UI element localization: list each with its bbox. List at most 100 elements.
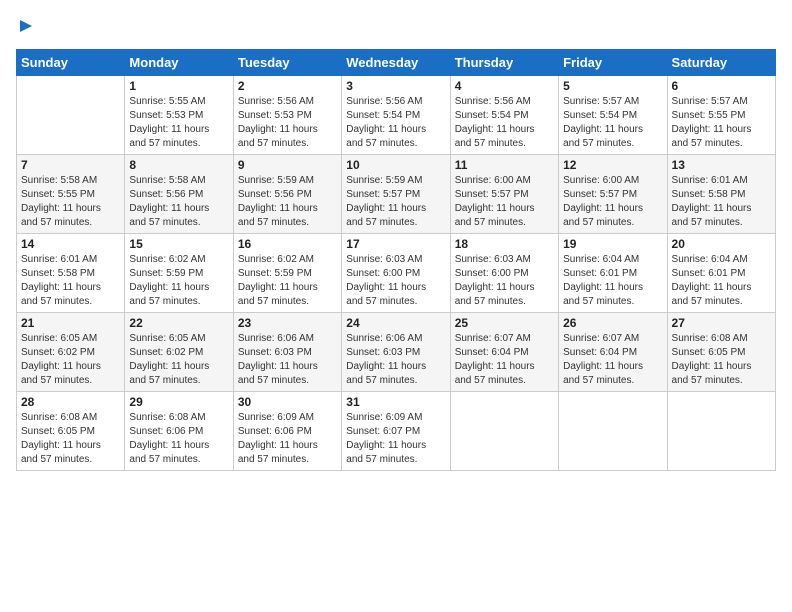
calendar-day-cell: 4Sunrise: 5:56 AM Sunset: 5:54 PM Daylig… xyxy=(450,76,558,155)
calendar-day-cell: 16 Sunrise: 6:02 AM Sunset: 5:59 PM Dayli… xyxy=(233,234,341,313)
weekday-header: Thursday xyxy=(450,50,558,76)
calendar-day-cell: 5 Sunrise: 5:57 AM Sunset: 5:54 PM Daylig… xyxy=(559,76,667,155)
day-info: Sunrise: 6:02 AM Sunset: 5:59 PM Dayligh… xyxy=(129,253,228,309)
day-info: Sunrise: 6:08 AM Sunset: 6:06 PM Dayligh… xyxy=(129,411,228,467)
day-info: Sunrise: 6:00 AM Sunset: 5:57 PM Dayligh… xyxy=(563,174,662,230)
day-info: Sunrise: 6:01 AM Sunset: 5:58 PM Dayligh… xyxy=(672,174,771,230)
day-info: Sunrise: 6:03 AM Sunset: 6:00 PM Dayligh… xyxy=(455,253,554,309)
day-info: Sunrise: 5:56 AM Sunset: 5:54 PM Dayligh… xyxy=(346,95,445,151)
calendar-day-cell xyxy=(450,392,558,471)
calendar-day-cell: 25Sunrise: 6:07 AM Sunset: 6:04 PM Dayli… xyxy=(450,313,558,392)
day-info: Sunrise: 6:02 AM Sunset: 5:59 PM Dayligh… xyxy=(238,253,337,309)
day-info: Sunrise: 6:08 AM Sunset: 6:05 PM Dayligh… xyxy=(672,332,771,388)
logo-arrow-icon xyxy=(16,16,36,36)
calendar-day-cell: 31Sunrise: 6:09 AM Sunset: 6:07 PM Dayli… xyxy=(342,392,450,471)
calendar-day-cell: 14 Sunrise: 6:01 AM Sunset: 5:58 PM Dayli… xyxy=(17,234,125,313)
calendar-day-cell xyxy=(559,392,667,471)
day-number: 6 xyxy=(672,79,771,93)
day-number: 21 xyxy=(21,316,120,330)
day-number: 1 xyxy=(129,79,228,93)
calendar-day-cell xyxy=(17,76,125,155)
weekday-header: Saturday xyxy=(667,50,775,76)
calendar-header-row: SundayMondayTuesdayWednesdayThursdayFrid… xyxy=(17,50,776,76)
calendar-day-cell: 20Sunrise: 6:04 AM Sunset: 6:01 PM Dayli… xyxy=(667,234,775,313)
day-info: Sunrise: 5:56 AM Sunset: 5:54 PM Dayligh… xyxy=(455,95,554,151)
calendar-day-cell: 13 Sunrise: 6:01 AM Sunset: 5:58 PM Dayli… xyxy=(667,155,775,234)
calendar-day-cell: 30 Sunrise: 6:09 AM Sunset: 6:06 PM Dayli… xyxy=(233,392,341,471)
calendar-week-row: 7 Sunrise: 5:58 AM Sunset: 5:55 PM Daylig… xyxy=(17,155,776,234)
day-number: 31 xyxy=(346,395,445,409)
day-number: 2 xyxy=(238,79,337,93)
day-number: 13 xyxy=(672,158,771,172)
day-info: Sunrise: 5:58 AM Sunset: 5:56 PM Dayligh… xyxy=(129,174,228,230)
calendar-day-cell: 21 Sunrise: 6:05 AM Sunset: 6:02 PM Dayli… xyxy=(17,313,125,392)
day-info: Sunrise: 6:06 AM Sunset: 6:03 PM Dayligh… xyxy=(238,332,337,388)
calendar-day-cell xyxy=(667,392,775,471)
day-number: 9 xyxy=(238,158,337,172)
calendar-day-cell: 9Sunrise: 5:59 AM Sunset: 5:56 PM Daylig… xyxy=(233,155,341,234)
day-number: 11 xyxy=(455,158,554,172)
day-info: Sunrise: 6:01 AM Sunset: 5:58 PM Dayligh… xyxy=(21,253,120,309)
day-info: Sunrise: 6:00 AM Sunset: 5:57 PM Dayligh… xyxy=(455,174,554,230)
day-info: Sunrise: 5:58 AM Sunset: 5:55 PM Dayligh… xyxy=(21,174,120,230)
day-number: 7 xyxy=(21,158,120,172)
day-number: 5 xyxy=(563,79,662,93)
calendar-day-cell: 7 Sunrise: 5:58 AM Sunset: 5:55 PM Daylig… xyxy=(17,155,125,234)
day-number: 18 xyxy=(455,237,554,251)
calendar-week-row: 21 Sunrise: 6:05 AM Sunset: 6:02 PM Dayli… xyxy=(17,313,776,392)
calendar-table: SundayMondayTuesdayWednesdayThursdayFrid… xyxy=(16,49,776,471)
day-info: Sunrise: 6:07 AM Sunset: 6:04 PM Dayligh… xyxy=(563,332,662,388)
calendar-day-cell: 8 Sunrise: 5:58 AM Sunset: 5:56 PM Daylig… xyxy=(125,155,233,234)
day-number: 27 xyxy=(672,316,771,330)
calendar-day-cell: 10Sunrise: 5:59 AM Sunset: 5:57 PM Dayli… xyxy=(342,155,450,234)
weekday-header: Tuesday xyxy=(233,50,341,76)
day-info: Sunrise: 6:05 AM Sunset: 6:02 PM Dayligh… xyxy=(129,332,228,388)
day-number: 17 xyxy=(346,237,445,251)
day-number: 24 xyxy=(346,316,445,330)
day-info: Sunrise: 6:08 AM Sunset: 6:05 PM Dayligh… xyxy=(21,411,120,467)
day-number: 15 xyxy=(129,237,228,251)
day-number: 16 xyxy=(238,237,337,251)
calendar-day-cell: 12 Sunrise: 6:00 AM Sunset: 5:57 PM Dayli… xyxy=(559,155,667,234)
weekday-header: Monday xyxy=(125,50,233,76)
calendar-day-cell: 26Sunrise: 6:07 AM Sunset: 6:04 PM Dayli… xyxy=(559,313,667,392)
day-number: 3 xyxy=(346,79,445,93)
day-info: Sunrise: 5:56 AM Sunset: 5:53 PM Dayligh… xyxy=(238,95,337,151)
calendar-day-cell: 3 Sunrise: 5:56 AM Sunset: 5:54 PM Daylig… xyxy=(342,76,450,155)
calendar-day-cell: 19 Sunrise: 6:04 AM Sunset: 6:01 PM Dayli… xyxy=(559,234,667,313)
day-info: Sunrise: 6:09 AM Sunset: 6:06 PM Dayligh… xyxy=(238,411,337,467)
day-info: Sunrise: 6:05 AM Sunset: 6:02 PM Dayligh… xyxy=(21,332,120,388)
day-number: 19 xyxy=(563,237,662,251)
day-number: 29 xyxy=(129,395,228,409)
logo xyxy=(16,16,36,41)
day-number: 14 xyxy=(21,237,120,251)
day-number: 8 xyxy=(129,158,228,172)
day-number: 28 xyxy=(21,395,120,409)
weekday-header: Wednesday xyxy=(342,50,450,76)
calendar-day-cell: 22 Sunrise: 6:05 AM Sunset: 6:02 PM Dayli… xyxy=(125,313,233,392)
day-number: 30 xyxy=(238,395,337,409)
calendar-day-cell: 6 Sunrise: 5:57 AM Sunset: 5:55 PM Daylig… xyxy=(667,76,775,155)
calendar-day-cell: 24 Sunrise: 6:06 AM Sunset: 6:03 PM Dayli… xyxy=(342,313,450,392)
day-info: Sunrise: 5:59 AM Sunset: 5:57 PM Dayligh… xyxy=(346,174,445,230)
day-info: Sunrise: 5:55 AM Sunset: 5:53 PM Dayligh… xyxy=(129,95,228,151)
calendar-week-row: 1 Sunrise: 5:55 AM Sunset: 5:53 PM Daylig… xyxy=(17,76,776,155)
day-number: 23 xyxy=(238,316,337,330)
calendar-day-cell: 1 Sunrise: 5:55 AM Sunset: 5:53 PM Daylig… xyxy=(125,76,233,155)
weekday-header: Sunday xyxy=(17,50,125,76)
calendar-week-row: 14 Sunrise: 6:01 AM Sunset: 5:58 PM Dayli… xyxy=(17,234,776,313)
day-number: 22 xyxy=(129,316,228,330)
calendar-day-cell: 29 Sunrise: 6:08 AM Sunset: 6:06 PM Dayli… xyxy=(125,392,233,471)
day-number: 12 xyxy=(563,158,662,172)
weekday-header: Friday xyxy=(559,50,667,76)
day-info: Sunrise: 5:57 AM Sunset: 5:54 PM Dayligh… xyxy=(563,95,662,151)
day-info: Sunrise: 5:57 AM Sunset: 5:55 PM Dayligh… xyxy=(672,95,771,151)
calendar-day-cell: 28 Sunrise: 6:08 AM Sunset: 6:05 PM Dayli… xyxy=(17,392,125,471)
calendar-day-cell: 23 Sunrise: 6:06 AM Sunset: 6:03 PM Dayli… xyxy=(233,313,341,392)
day-info: Sunrise: 6:06 AM Sunset: 6:03 PM Dayligh… xyxy=(346,332,445,388)
day-info: Sunrise: 6:03 AM Sunset: 6:00 PM Dayligh… xyxy=(346,253,445,309)
calendar-week-row: 28 Sunrise: 6:08 AM Sunset: 6:05 PM Dayli… xyxy=(17,392,776,471)
day-info: Sunrise: 6:04 AM Sunset: 6:01 PM Dayligh… xyxy=(563,253,662,309)
day-number: 20 xyxy=(672,237,771,251)
day-info: Sunrise: 6:07 AM Sunset: 6:04 PM Dayligh… xyxy=(455,332,554,388)
